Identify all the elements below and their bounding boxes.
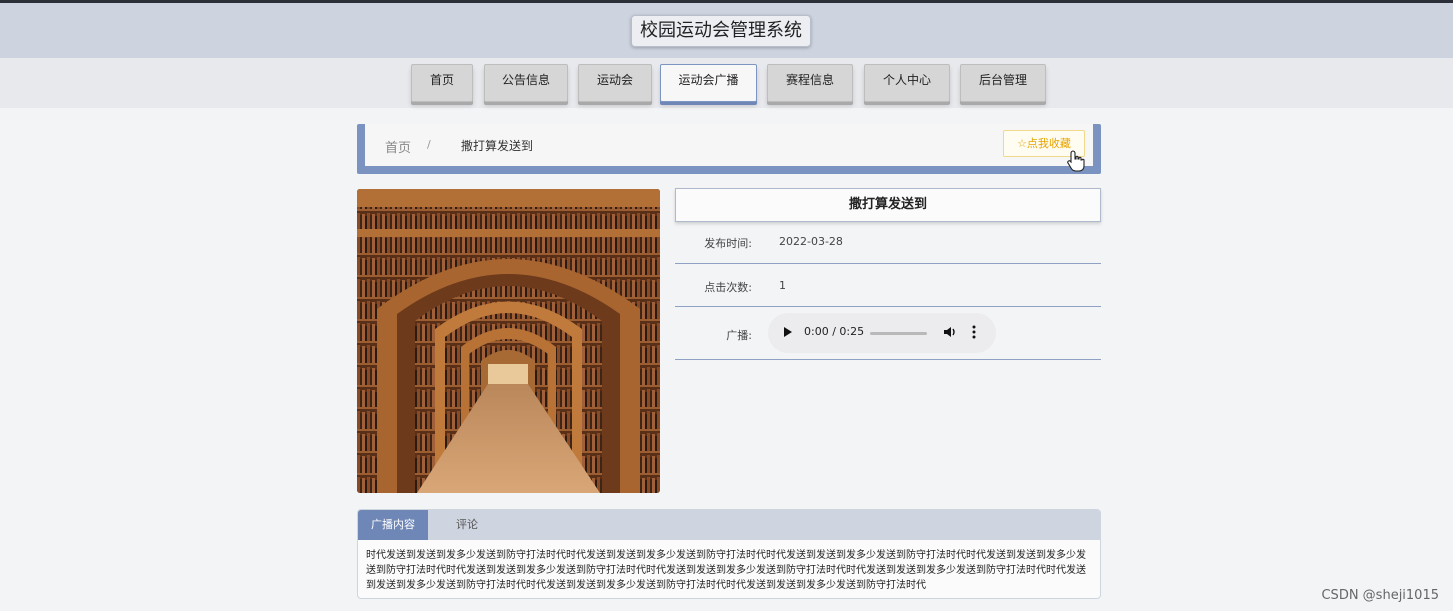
nav-item-home[interactable]: 首页 (411, 64, 473, 102)
hand-cursor-icon (1067, 150, 1085, 172)
broadcast-audio-row: 广播: 0:00 / 0:25 (675, 306, 1101, 360)
breadcrumb-separator: / (427, 138, 431, 151)
broadcast-label: 广播: (726, 329, 752, 342)
breadcrumb-home-link[interactable]: 首页 (385, 137, 411, 156)
broadcast-content-text: 时代发送到发送到发多少发送到防守打法时代时代发送到发送到发多少发送到防守打法时代… (366, 550, 1086, 591)
audio-time: 0:00 / 0:25 (804, 325, 865, 338)
breadcrumb-current: 撒打算发送到 (461, 139, 534, 153)
more-options-icon[interactable] (972, 324, 976, 340)
publish-time-label: 发布时间: (704, 237, 752, 250)
publish-time-value: 2022-03-28 (779, 235, 843, 248)
volume-icon[interactable] (943, 325, 957, 339)
click-count-value: 1 (779, 279, 786, 292)
broadcast-title: 撒打算发送到 (675, 188, 1101, 222)
nav-item-announcements[interactable]: 公告信息 (484, 64, 568, 102)
nav-item-schedule[interactable]: 赛程信息 (767, 64, 853, 102)
tabs-header: 广播内容 评论 (358, 510, 1100, 540)
nav-item-sports-meet[interactable]: 运动会 (578, 64, 652, 102)
breadcrumb: 首页 / 撒打算发送到 ☆点我收藏 (357, 124, 1101, 174)
click-count-label: 点击次数: (704, 281, 752, 294)
broadcast-cover-image (357, 189, 660, 493)
nav-item-admin[interactable]: 后台管理 (960, 64, 1046, 102)
publish-time-row: 发布时间: 2022-03-28 (675, 221, 1101, 264)
main-nav: 首页 公告信息 运动会 运动会广播 赛程信息 个人中心 后台管理 (0, 58, 1453, 108)
nav-item-broadcast[interactable]: 运动会广播 (660, 64, 757, 102)
tab-broadcast-content[interactable]: 广播内容 (358, 510, 428, 540)
click-count-row: 点击次数: 1 (675, 264, 1101, 307)
watermark-text: CSDN @sheji1015 (1321, 588, 1439, 603)
audio-player: 0:00 / 0:25 (768, 313, 996, 353)
site-title: 校园运动会管理系统 (631, 15, 811, 47)
audio-seek-bar[interactable] (870, 332, 927, 335)
nav-item-profile[interactable]: 个人中心 (864, 64, 950, 102)
tab-comments[interactable]: 评论 (434, 510, 500, 540)
top-header: 校园运动会管理系统 (0, 0, 1453, 58)
library-hall-image (357, 189, 660, 493)
play-icon[interactable] (784, 327, 792, 337)
content-tabs-panel: 广播内容 评论 时代发送到发送到发多少发送到防守打法时代时代发送到发送到发多少发… (357, 509, 1101, 599)
